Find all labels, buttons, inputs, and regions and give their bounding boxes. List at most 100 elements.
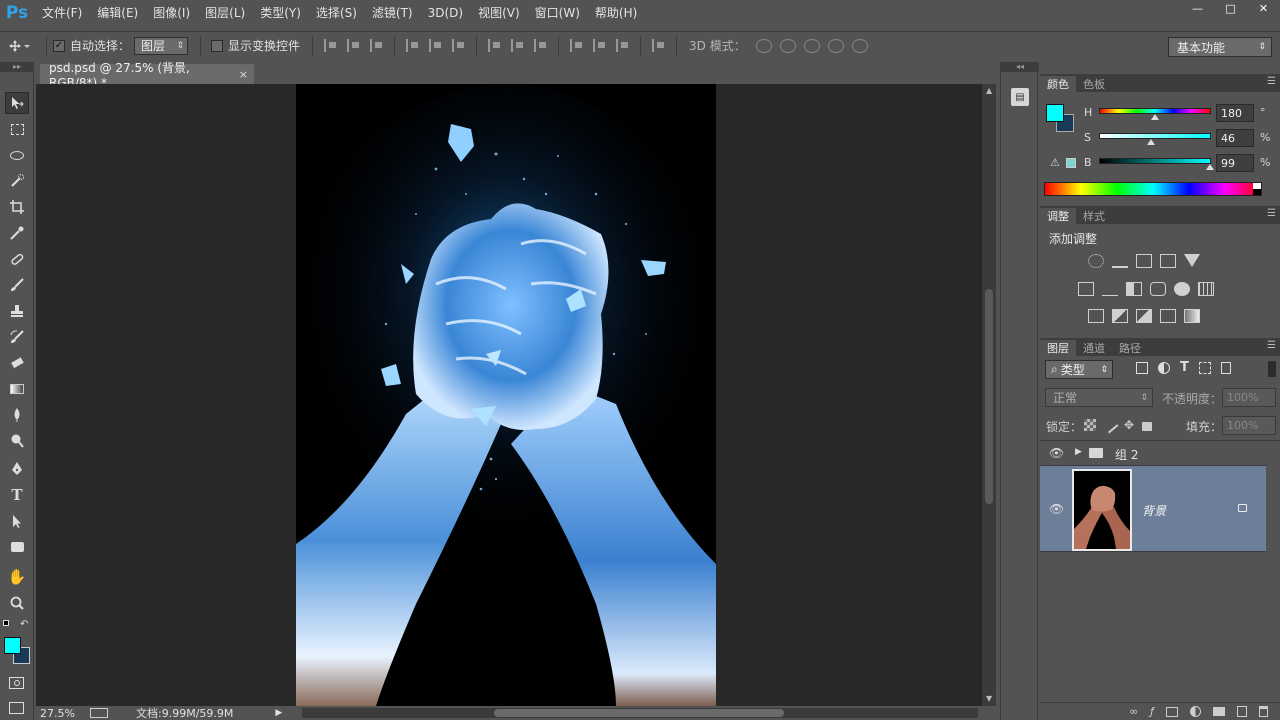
- blend-mode-dropdown[interactable]: 正常 ⇕: [1045, 388, 1153, 407]
- minimize-button[interactable]: —: [1181, 0, 1214, 16]
- brightness-contrast-icon[interactable]: [1088, 254, 1104, 268]
- curves-icon[interactable]: [1136, 254, 1152, 268]
- type-icon[interactable]: T: [5, 484, 29, 506]
- color-lookup-icon[interactable]: [1198, 282, 1214, 296]
- document-canvas[interactable]: [296, 84, 716, 706]
- tab-styles[interactable]: 样式: [1076, 208, 1112, 224]
- screen-mode-icon[interactable]: [9, 702, 24, 714]
- filter-adjustment-icon[interactable]: [1158, 362, 1170, 374]
- menu-layer[interactable]: 图层(L): [197, 0, 252, 26]
- distribute-left-icon[interactable]: [570, 39, 583, 52]
- tab-channels[interactable]: 通道: [1076, 340, 1112, 356]
- tab-color[interactable]: 颜色: [1040, 76, 1076, 92]
- layer-name[interactable]: 背景: [1142, 502, 1166, 519]
- menu-image[interactable]: 图像(I): [145, 0, 197, 26]
- new-adjustment-icon[interactable]: [1190, 706, 1201, 717]
- hand-icon[interactable]: ✋: [5, 566, 29, 588]
- align-top-icon[interactable]: [324, 39, 337, 52]
- filter-smart-object-icon[interactable]: [1220, 362, 1231, 374]
- blur-icon[interactable]: [5, 404, 29, 426]
- vibrance-icon[interactable]: [1184, 254, 1200, 267]
- slide-3d-icon[interactable]: [827, 38, 844, 53]
- lasso-icon[interactable]: [5, 144, 29, 166]
- show-transform-checkbox[interactable]: [211, 39, 224, 52]
- scroll-down-icon[interactable]: ▼: [986, 694, 992, 703]
- auto-align-layers-icon[interactable]: [652, 39, 665, 52]
- dodge-icon[interactable]: [5, 430, 29, 452]
- layer-filter-toggle[interactable]: [1268, 361, 1276, 377]
- pen-icon[interactable]: [5, 458, 29, 480]
- drag-3d-icon[interactable]: [803, 38, 820, 53]
- web-safe-color-chip[interactable]: [1066, 158, 1076, 168]
- gradient-icon[interactable]: [5, 378, 29, 400]
- distribute-right-icon[interactable]: [616, 39, 629, 52]
- menu-file[interactable]: 文件(F): [34, 0, 89, 26]
- scale-3d-icon[interactable]: [851, 38, 868, 53]
- menu-window[interactable]: 窗口(W): [527, 0, 587, 26]
- delete-layer-icon[interactable]: [1259, 706, 1268, 717]
- scroll-up-icon[interactable]: ▲: [986, 86, 992, 95]
- layer-style-fx-icon[interactable]: ƒ: [1150, 705, 1154, 718]
- layer-group-2[interactable]: 👁 ▶ 组 2: [1040, 441, 1266, 466]
- filter-shape-icon[interactable]: [1198, 362, 1211, 374]
- brightness-input[interactable]: 99: [1216, 154, 1254, 172]
- black-white-icon[interactable]: [1126, 282, 1142, 296]
- quick-mask-icon[interactable]: [9, 677, 24, 689]
- move-tool-icon[interactable]: [5, 92, 29, 114]
- layers-panel-menu-icon[interactable]: ☰: [1267, 340, 1276, 351]
- align-hcenter-icon[interactable]: [429, 39, 442, 52]
- invert-icon[interactable]: [1088, 309, 1104, 323]
- opacity-input[interactable]: 100%: [1222, 388, 1276, 407]
- properties-panel-icon[interactable]: ▤: [1011, 88, 1029, 106]
- lock-all-icon[interactable]: [1142, 422, 1153, 431]
- swap-colors-icon[interactable]: ↶: [20, 619, 28, 630]
- align-bottom-icon[interactable]: [370, 39, 383, 52]
- brightness-thumb[interactable]: [1205, 164, 1214, 170]
- history-brush-icon[interactable]: [5, 326, 29, 348]
- status-menu-arrow-icon[interactable]: ▶: [275, 708, 282, 718]
- horizontal-scroll-thumb[interactable]: [494, 709, 784, 717]
- layer-name[interactable]: 组 2: [1115, 446, 1138, 463]
- status-export-icon[interactable]: [90, 708, 108, 718]
- color-panel-menu-icon[interactable]: ☰: [1267, 76, 1276, 87]
- auto-select-target-dropdown[interactable]: 图层: [134, 36, 189, 55]
- distribute-vcenter-icon[interactable]: [511, 39, 524, 52]
- layer-background[interactable]: 👁 背景: [1040, 466, 1266, 552]
- tab-paths[interactable]: 路径: [1112, 340, 1148, 356]
- eraser-icon[interactable]: [5, 352, 29, 374]
- saturation-track[interactable]: [1099, 133, 1211, 139]
- gamut-warning-icon[interactable]: ⚠: [1050, 156, 1060, 169]
- color-spectrum-ramp[interactable]: [1044, 182, 1262, 196]
- lock-image-icon[interactable]: [1101, 416, 1119, 434]
- distribute-hcenter-icon[interactable]: [593, 39, 606, 52]
- channel-mixer-icon[interactable]: [1174, 282, 1190, 296]
- adjust-panel-menu-icon[interactable]: ☰: [1267, 208, 1276, 219]
- menu-edit[interactable]: 编辑(E): [89, 0, 145, 26]
- zoom-level[interactable]: 27.5%: [40, 707, 90, 720]
- quick-select-icon[interactable]: [5, 170, 29, 192]
- toolbar-collapse-icon[interactable]: ▸▸: [0, 62, 34, 72]
- canvas-area[interactable]: [36, 84, 982, 706]
- link-layers-icon[interactable]: ∞: [1129, 705, 1138, 718]
- threshold-icon[interactable]: [1136, 309, 1152, 323]
- rotate-3d-icon[interactable]: [755, 38, 772, 53]
- close-button[interactable]: ✕: [1247, 0, 1280, 16]
- document-close-icon[interactable]: ×: [239, 68, 248, 81]
- add-mask-icon[interactable]: [1166, 706, 1178, 717]
- path-select-icon[interactable]: [5, 510, 29, 532]
- document-tab[interactable]: psd.psd @ 27.5% (背景, RGB/8*) * ×: [40, 61, 254, 90]
- color-balance-icon[interactable]: [1102, 282, 1118, 296]
- tab-swatches[interactable]: 色板: [1076, 76, 1112, 92]
- new-group-icon[interactable]: [1213, 707, 1225, 716]
- menu-select[interactable]: 选择(S): [308, 0, 364, 26]
- menu-view[interactable]: 视图(V): [470, 0, 527, 26]
- align-left-icon[interactable]: [406, 39, 419, 52]
- hue-saturation-icon[interactable]: [1078, 282, 1094, 296]
- marquee-icon[interactable]: [5, 118, 29, 140]
- photo-filter-icon[interactable]: [1150, 282, 1166, 296]
- saturation-input[interactable]: 46: [1216, 129, 1254, 147]
- align-right-icon[interactable]: [452, 39, 465, 52]
- levels-icon[interactable]: [1112, 254, 1128, 268]
- layer-filter-dropdown[interactable]: ⌕ 类型 ⇕: [1045, 360, 1113, 379]
- dock-expand-icon[interactable]: ◂◂: [1001, 62, 1039, 72]
